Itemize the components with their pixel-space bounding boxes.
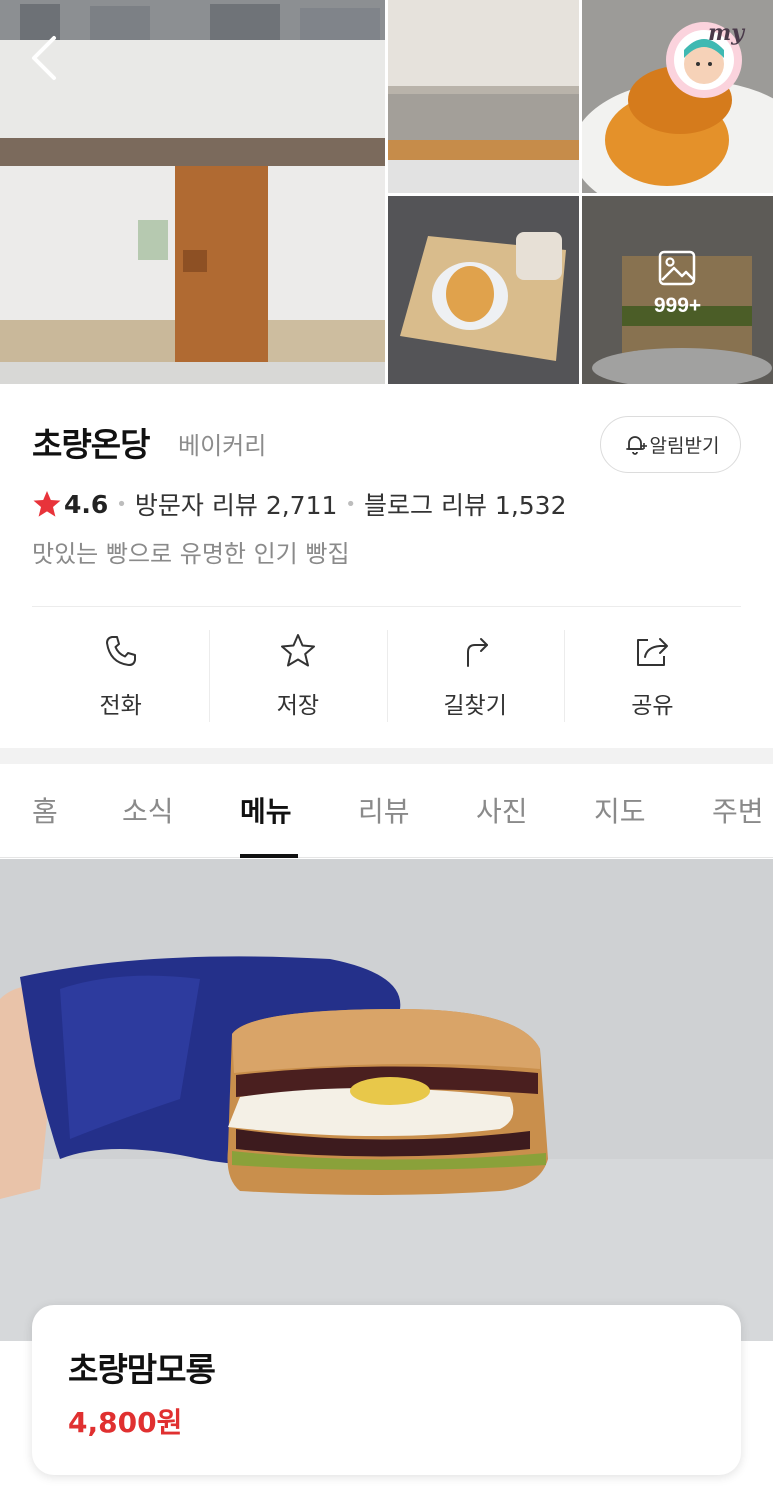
my-profile-badge[interactable]: my (660, 14, 750, 100)
badge-label: my (708, 20, 746, 46)
separator-dot: • (116, 493, 127, 515)
place-category: 베이커리 (178, 432, 267, 460)
back-button[interactable] (22, 30, 66, 86)
directions-label: 길찾기 (443, 693, 507, 719)
alarm-button[interactable]: 알림받기 (600, 416, 741, 473)
rating-star-icon (33, 491, 61, 517)
avatar-icon: my (666, 20, 746, 98)
alarm-button-label: 알림받기 (649, 435, 720, 457)
action-bar: 전화 저장 길찾기 공유 (32, 630, 741, 724)
menu-item-name: 초량맘모롱 (68, 1350, 216, 1389)
call-label: 전화 (99, 693, 142, 719)
section-gap (0, 748, 773, 764)
place-description: 맛있는 빵으로 유명한 인기 빵집 (32, 540, 350, 568)
tray-photo[interactable] (388, 196, 579, 384)
image-icon (658, 250, 696, 286)
tab-menu[interactable]: 메뉴 (240, 790, 292, 830)
active-tab-indicator (240, 854, 298, 858)
bell-plus-icon (625, 435, 647, 455)
review-stats: 4.6 • 방문자 리뷰 2,711 • 블로그 리뷰 1,532 (32, 486, 566, 522)
share-label: 공유 (631, 693, 674, 719)
photo-count: 999+ (653, 294, 702, 317)
call-button[interactable]: 전화 (32, 630, 209, 724)
more-photos-button[interactable]: 999+ (582, 196, 773, 384)
star-icon (280, 634, 315, 667)
visitor-reviews-link[interactable]: 방문자 리뷰 2,711 (135, 486, 337, 522)
share-button[interactable]: 공유 (563, 630, 741, 724)
save-label: 저장 (276, 693, 320, 719)
place-info: 초량온당 베이커리 알림받기 4.6 • 방문자 리뷰 2,711 • 블로그 … (0, 384, 773, 748)
tab-news[interactable]: 소식 (122, 790, 174, 830)
place-name: 초량온당 (32, 425, 150, 464)
tab-bar: 홈 소식 메뉴 리뷰 사진 지도 주변 (0, 764, 773, 858)
menu-item-price: 4,800원 (68, 1406, 183, 1439)
blog-reviews-link[interactable]: 블로그 리뷰 1,532 (364, 486, 566, 522)
display-case-photo[interactable] (388, 0, 579, 193)
photo-gallery: my 999+ (0, 0, 773, 384)
tab-nearby[interactable]: 주변 (712, 790, 764, 830)
tab-map[interactable]: 지도 (594, 790, 646, 830)
tab-reviews[interactable]: 리뷰 (358, 790, 410, 830)
rating-value: 4.6 (64, 489, 109, 519)
tab-photos[interactable]: 사진 (476, 790, 528, 830)
phone-icon (105, 636, 136, 666)
divider (32, 606, 741, 607)
chevron-left-icon (32, 36, 56, 80)
menu-item-card[interactable]: 초량맘모롱 4,800원 (32, 1305, 741, 1475)
share-icon (637, 638, 669, 666)
tab-home[interactable]: 홈 (32, 790, 58, 830)
separator-dot: • (345, 493, 357, 515)
directions-button[interactable]: 길찾기 (386, 630, 564, 724)
menu-item-photo[interactable] (0, 859, 773, 1341)
save-button[interactable]: 저장 (209, 630, 386, 724)
directions-icon (467, 638, 489, 667)
